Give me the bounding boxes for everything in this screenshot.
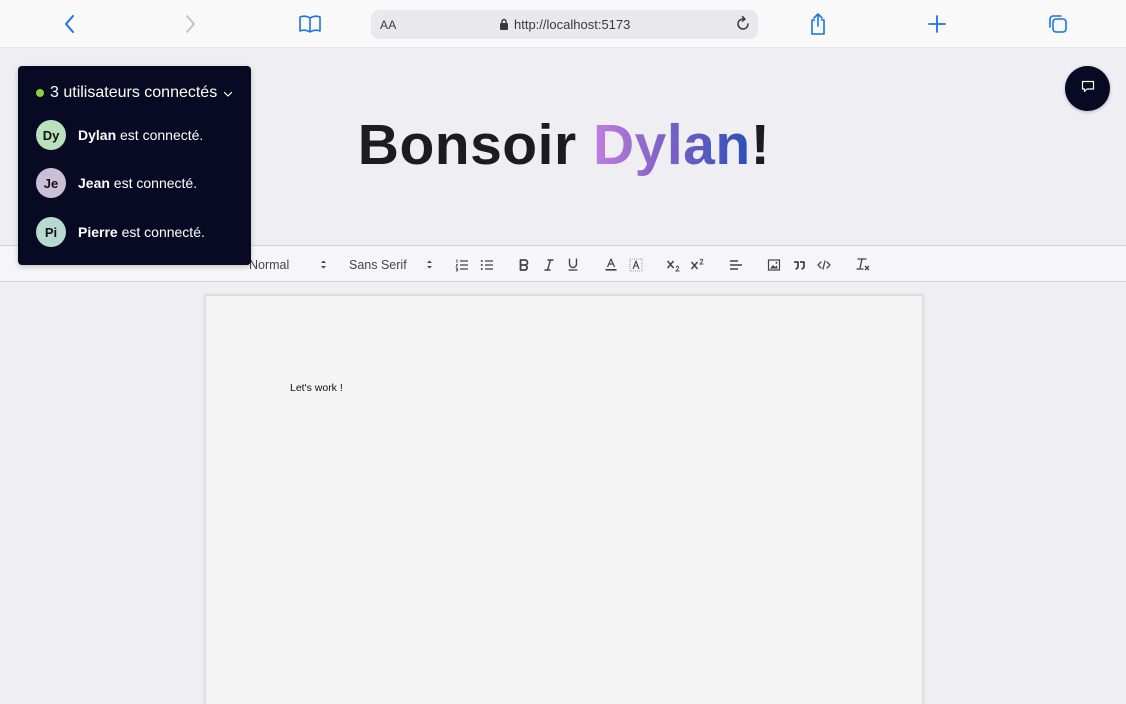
- image-icon[interactable]: [767, 246, 781, 283]
- text-color-icon[interactable]: [604, 246, 618, 283]
- document-text[interactable]: Let's work !: [290, 382, 343, 394]
- user-list-item: Pi Pierre est connecté.: [36, 217, 205, 247]
- connected-users-count: 3 utilisateurs connectés: [50, 84, 218, 101]
- lock-icon: [499, 18, 509, 30]
- ordered-list-icon[interactable]: [455, 246, 469, 283]
- connected-users-panel: 3 utilisateurs connectés Dy Dylan est co…: [18, 66, 251, 265]
- chat-button[interactable]: [1065, 66, 1110, 111]
- back-icon[interactable]: [58, 12, 82, 36]
- bold-icon[interactable]: [518, 246, 530, 283]
- font-select-value: Sans Serif: [349, 257, 407, 272]
- greeting-prefix: Bonsoir: [357, 113, 593, 177]
- chevron-down-icon: [223, 85, 233, 103]
- reload-icon[interactable]: [734, 15, 752, 33]
- user-name: Pierre: [78, 224, 118, 240]
- browser-toolbar: AA http://localhost:5173: [0, 0, 1126, 48]
- italic-icon[interactable]: [543, 246, 555, 283]
- bullet-list-icon[interactable]: [480, 246, 494, 283]
- code-icon[interactable]: [817, 246, 831, 283]
- user-status: est connecté.: [116, 127, 204, 143]
- bookmarks-icon[interactable]: [298, 12, 322, 36]
- new-tab-icon[interactable]: [925, 12, 949, 36]
- online-status-dot: [36, 89, 44, 97]
- underline-icon[interactable]: [567, 246, 579, 283]
- select-arrows-icon: [426, 259, 433, 270]
- forward-icon[interactable]: [178, 12, 202, 36]
- subscript-icon[interactable]: [666, 246, 682, 283]
- user-status: est connecté.: [109, 175, 198, 191]
- select-arrows-icon: [320, 259, 327, 270]
- avatar: Dy: [36, 120, 66, 150]
- user-name: Dylan: [78, 127, 117, 143]
- document-page[interactable]: Let's work !: [205, 295, 923, 704]
- url-text[interactable]: http://localhost:5173: [514, 17, 630, 32]
- connected-users-toggle[interactable]: 3 utilisateurs connectés: [36, 83, 233, 103]
- chat-bubble-icon: [1081, 80, 1095, 98]
- avatar: Pi: [36, 217, 66, 247]
- header-select-value: Normal: [249, 257, 290, 272]
- user-name: Jean: [78, 175, 110, 191]
- clear-format-icon[interactable]: [855, 246, 871, 283]
- share-icon[interactable]: [806, 12, 830, 36]
- blockquote-icon[interactable]: [793, 246, 805, 283]
- align-left-icon[interactable]: [729, 246, 743, 283]
- user-list-item: Je Jean est connecté.: [36, 168, 197, 198]
- superscript-icon[interactable]: [690, 246, 706, 283]
- tabs-icon[interactable]: [1046, 12, 1070, 36]
- user-status: est connecté.: [117, 224, 205, 240]
- greeting-suffix: !: [750, 113, 771, 177]
- header-select[interactable]: Normal: [249, 246, 327, 283]
- user-list-item: Dy Dylan est connecté.: [36, 120, 203, 150]
- address-bar[interactable]: AA http://localhost:5173: [371, 10, 758, 39]
- background-color-icon[interactable]: [629, 246, 643, 283]
- font-select[interactable]: Sans Serif: [349, 246, 433, 283]
- greeting-user-name: Dylan: [592, 113, 751, 177]
- avatar: Je: [36, 168, 66, 198]
- reader-mode-button[interactable]: AA: [380, 18, 397, 32]
